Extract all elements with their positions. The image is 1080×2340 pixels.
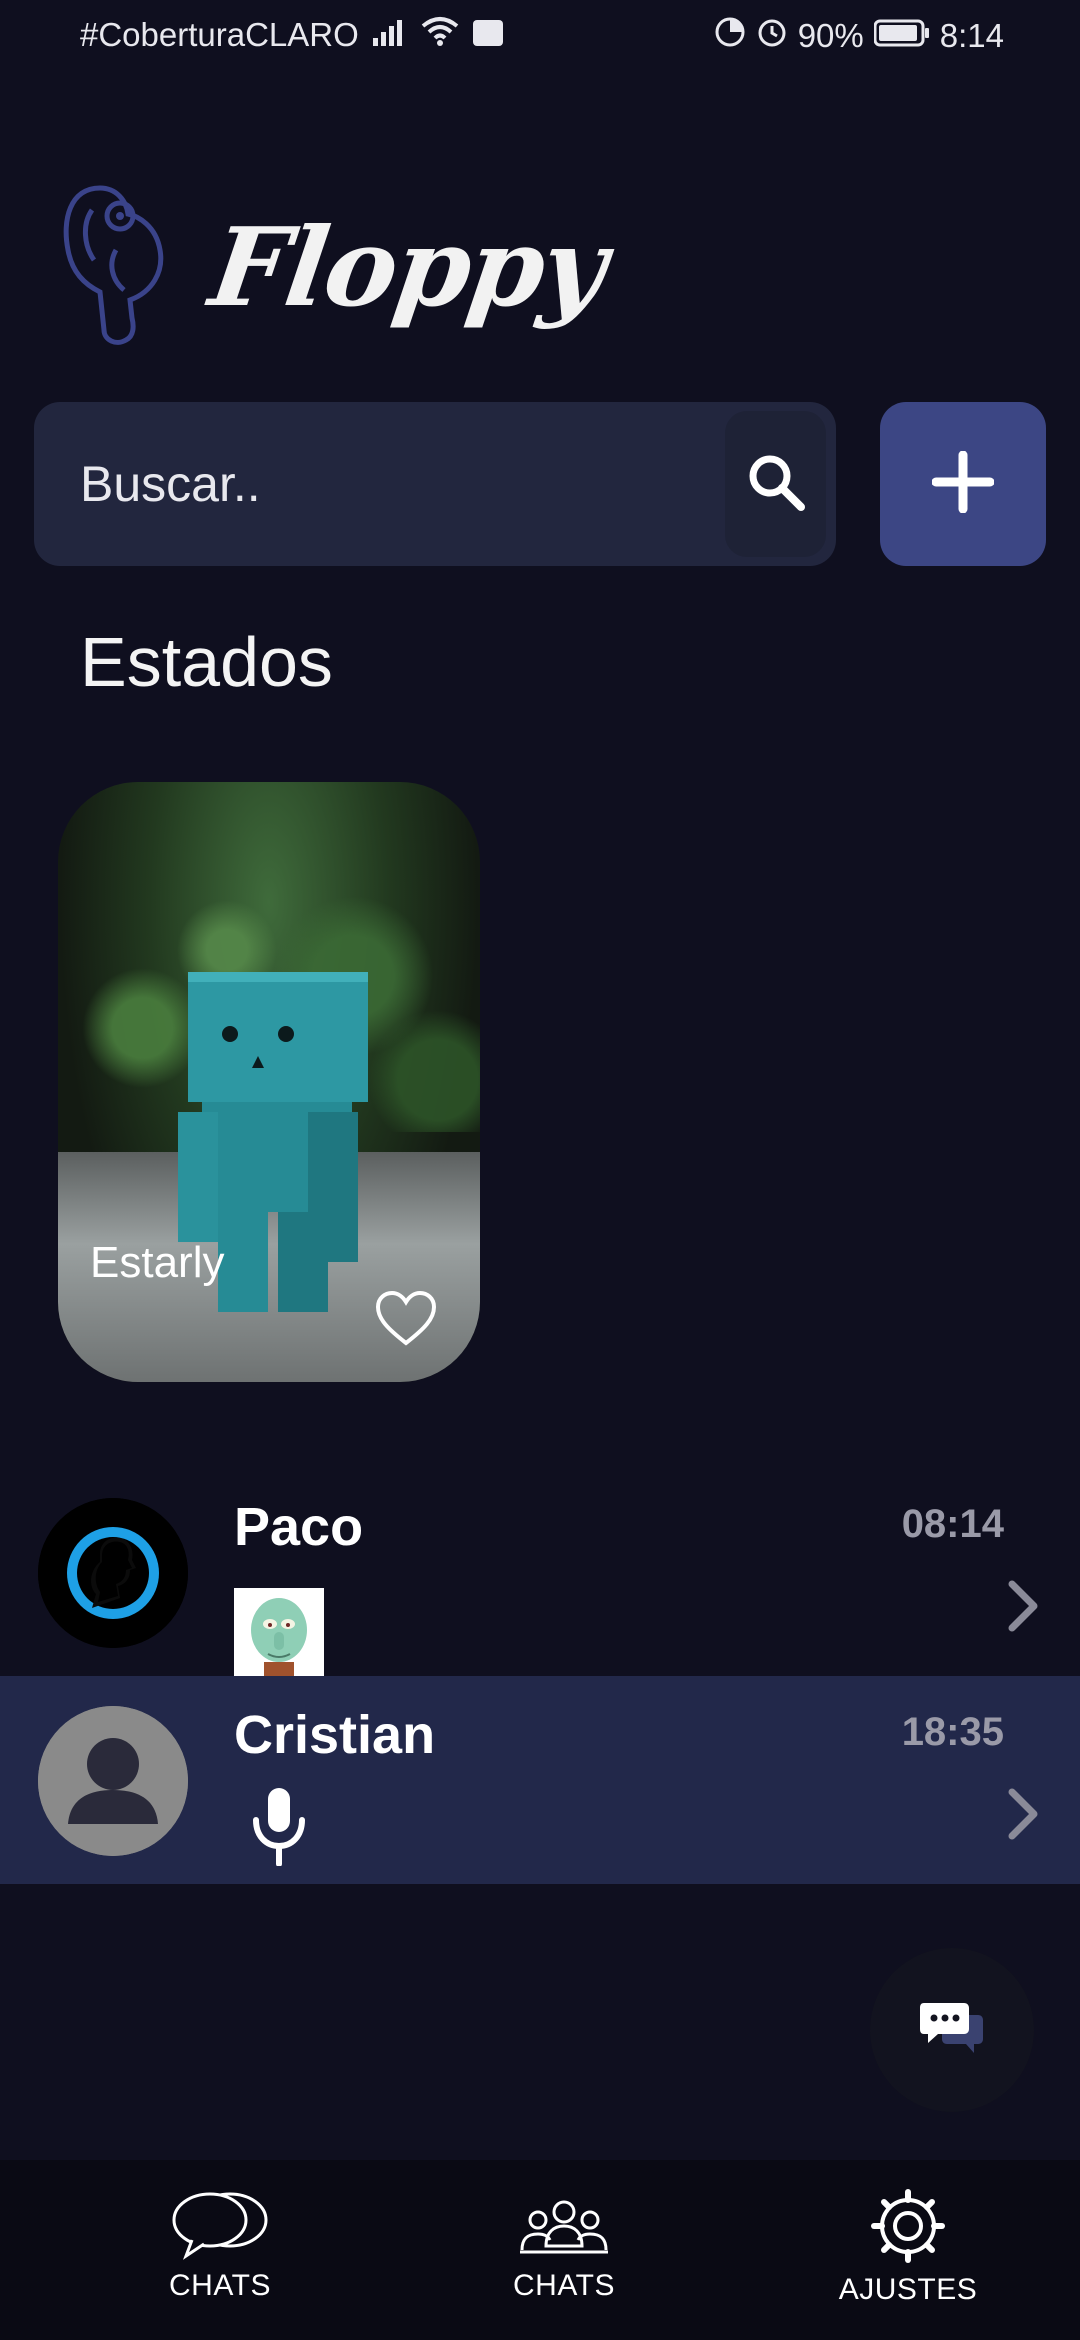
- chat-bubbles-icon: [170, 2188, 270, 2265]
- story-card[interactable]: Estarly: [58, 782, 480, 1382]
- heart-icon[interactable]: [374, 1289, 438, 1352]
- search-input[interactable]: [34, 454, 725, 514]
- new-chat-fab[interactable]: [870, 1948, 1034, 2112]
- chevron-right-icon: [1006, 1788, 1040, 1845]
- app-header: Floppy: [60, 180, 612, 355]
- stories-title: Estados: [80, 623, 333, 701]
- chat-name: Cristian: [234, 1705, 436, 1765]
- status-bar: #CoberturaCLARO 90% 8:14: [0, 0, 1080, 72]
- clock-time: 8:14: [939, 17, 1004, 54]
- microphone-icon: [248, 1788, 310, 1870]
- story-author-name: Estarly: [90, 1238, 225, 1287]
- nav-item-settings[interactable]: AJUSTES: [778, 2188, 1038, 2307]
- nav-item-groups[interactable]: CHATS: [434, 2196, 694, 2303]
- alarm-icon: [756, 16, 788, 56]
- chat-message-icon: [920, 2001, 984, 2060]
- chat-time: 18:35: [901, 1710, 1004, 1754]
- chat-time: 08:14: [901, 1502, 1004, 1546]
- plus-icon: [931, 450, 995, 518]
- signal-icon: [372, 16, 407, 54]
- voice-message-preview: [248, 1786, 310, 1871]
- app-screen: #CoberturaCLARO 90% 8:14 Floppy Buscar..…: [0, 0, 1080, 2340]
- group-icon: [516, 2196, 612, 2265]
- chevron-right-icon: [1006, 1580, 1040, 1637]
- avatar: [38, 1706, 188, 1856]
- bottom-navigation: CHATS CHATS AJUSTES: [0, 2160, 1080, 2340]
- search-button[interactable]: [725, 411, 826, 557]
- chat-name: Paco: [234, 1497, 364, 1557]
- sticker-preview: [234, 1588, 324, 1683]
- battery-icon: [873, 17, 930, 55]
- chat-row[interactable]: Paco 08:14: [0, 1468, 1080, 1678]
- status-left: #CoberturaCLARO: [80, 16, 503, 54]
- nav-label: CHATS: [169, 2269, 271, 2302]
- nav-label: CHATS: [513, 2269, 615, 2302]
- battery-percent: 90%: [797, 17, 864, 54]
- carrier-text: #CoberturaCLARO: [80, 16, 359, 53]
- wifi-icon: [421, 16, 459, 54]
- status-right: 90% 8:14: [714, 16, 1004, 56]
- chat-row[interactable]: Cristian 18:35: [0, 1676, 1080, 1884]
- nav-item-chats[interactable]: CHATS: [90, 2188, 350, 2303]
- search-icon: [745, 451, 807, 518]
- gear-icon: [868, 2188, 948, 2269]
- data-saver-icon: [714, 16, 746, 56]
- avatar: [38, 1498, 188, 1648]
- search-bar: [34, 402, 836, 566]
- parrot-logo-icon: [60, 180, 172, 355]
- brand-name: Floppy: [203, 204, 613, 331]
- nav-label: AJUSTES: [838, 2273, 978, 2306]
- add-button[interactable]: [880, 402, 1046, 566]
- hms-icon: [472, 16, 503, 54]
